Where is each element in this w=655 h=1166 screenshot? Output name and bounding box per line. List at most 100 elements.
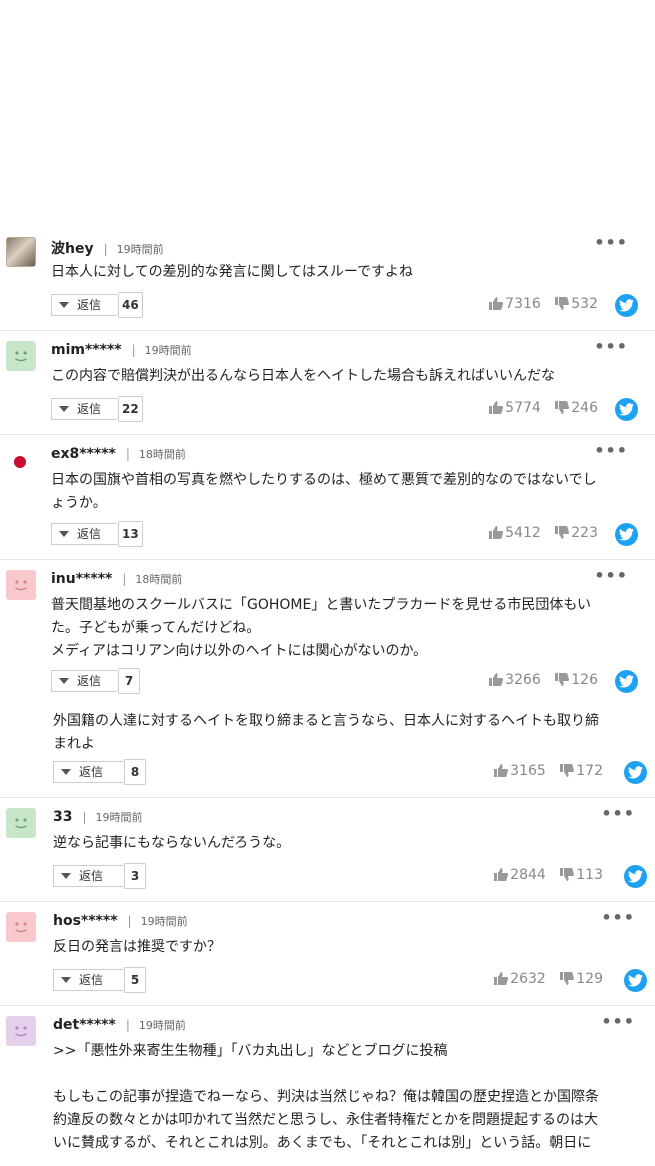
reply-label: 返信 (79, 765, 104, 779)
comment-item: inu***** | 18時間前 ••• 普天間基地のスクールバスに「GOHOME」… (0, 560, 655, 798)
timestamp: 19時間前 (144, 344, 192, 357)
dislike-count: 532 (571, 296, 598, 312)
user-name[interactable]: det***** (53, 1017, 116, 1033)
vote-area: 5412 223 (479, 525, 598, 541)
dislike-count: 223 (571, 525, 598, 541)
twitter-share-icon[interactable] (615, 523, 638, 546)
dislike-button[interactable]: 223 (555, 525, 598, 541)
reply-button[interactable]: 返信 (53, 761, 123, 783)
vote-area: 3266 126 (479, 672, 598, 688)
thumbs-up-icon (494, 764, 509, 777)
avatar[interactable] (6, 1016, 36, 1046)
vote-area: 3165 172 (484, 763, 603, 779)
comment-item: mim***** | 19時間前 ••• この内容で賠償判決が出るんなら日本人をヘイ… (0, 331, 655, 435)
user-name[interactable]: 33 (53, 809, 72, 825)
comment-text: >>「悪性外来寄生生物種」「バカ丸出し」などとブログに投稿 もしもこの記事が捏造… (53, 1043, 599, 1151)
timestamp: 18時間前 (138, 448, 186, 461)
reply-button[interactable]: 返信 (53, 865, 123, 887)
dislike-button[interactable]: 532 (555, 296, 598, 312)
twitter-share-icon[interactable] (615, 294, 638, 317)
avatar[interactable] (6, 237, 36, 267)
comment-header: 波hey | 19時間前 (51, 241, 164, 257)
vote-area: 7316 532 (479, 296, 598, 312)
dislike-count: 126 (571, 672, 598, 688)
comment-text: 反日の発言は推奨ですか？ (53, 939, 221, 955)
twitter-share-icon[interactable] (615, 398, 638, 421)
user-name[interactable]: mim***** (51, 342, 122, 358)
caret-down-icon (59, 302, 69, 308)
thumbs-down-icon (555, 297, 570, 310)
twitter-share-icon[interactable] (615, 670, 638, 693)
reply-control: 返信 46 (51, 292, 143, 318)
reply-label: 返信 (77, 402, 102, 416)
more-options-icon[interactable]: ••• (594, 233, 628, 252)
comment-list: 波hey | 19時間前 ••• 日本人に対しての差別的な発言に関してはスルーですよ… (0, 227, 655, 1166)
dislike-button[interactable]: 246 (555, 400, 598, 416)
comment-header: det***** | 19時間前 (53, 1017, 186, 1033)
dislike-button[interactable]: 129 (560, 971, 603, 987)
avatar[interactable] (6, 570, 36, 600)
reply-control: 返信 3 (53, 863, 146, 889)
like-button[interactable]: 3165 (494, 763, 546, 779)
reply-button[interactable]: 返信 (51, 670, 117, 692)
like-button[interactable]: 5774 (489, 400, 541, 416)
comment-header: inu***** | 18時間前 (51, 571, 183, 587)
user-name[interactable]: ex8***** (51, 446, 116, 462)
avatar[interactable] (6, 808, 36, 838)
comment-item: 波hey | 19時間前 ••• 日本人に対しての差別的な発言に関してはスルーですよ… (0, 227, 655, 331)
comment-item: det***** | 19時間前 ••• >>「悪性外来寄生生物種」「バカ丸出し」な… (0, 1006, 655, 1166)
comment-text: 日本の国旗や首相の写真を燃やしたりするのは、極めて悪質で差別的なのではないでし … (51, 472, 597, 511)
caret-down-icon (61, 977, 71, 983)
like-button[interactable]: 3266 (489, 672, 541, 688)
caret-down-icon (61, 769, 71, 775)
reply-count: 46 (118, 292, 143, 318)
avatar[interactable] (6, 445, 36, 475)
reply-button[interactable]: 返信 (51, 294, 117, 316)
like-button[interactable]: 2632 (494, 971, 546, 987)
comment-text: この内容で賠償判決が出るんなら日本人をヘイトした場合も訴えればいいんだな (51, 368, 555, 384)
like-count: 2844 (510, 867, 546, 883)
more-options-icon[interactable]: ••• (594, 566, 628, 585)
dislike-count: 113 (576, 867, 603, 883)
like-button[interactable]: 2844 (494, 867, 546, 883)
like-button[interactable]: 5412 (489, 525, 541, 541)
dislike-button[interactable]: 126 (555, 672, 598, 688)
reply-count: 3 (124, 863, 146, 889)
reply-label: 返信 (77, 674, 102, 688)
dislike-button[interactable]: 113 (560, 867, 603, 883)
reply-label: 返信 (79, 973, 104, 987)
reply-button[interactable]: 返信 (51, 523, 117, 545)
like-button[interactable]: 7316 (489, 296, 541, 312)
dislike-count: 129 (576, 971, 603, 987)
caret-down-icon (59, 406, 69, 412)
timestamp: 19時間前 (138, 1019, 186, 1032)
user-name[interactable]: inu***** (51, 571, 112, 587)
timestamp: 19時間前 (140, 915, 188, 928)
thumbs-up-icon (489, 401, 504, 414)
more-options-icon[interactable]: ••• (594, 441, 628, 460)
timestamp: 19時間前 (95, 811, 143, 824)
thumbs-down-icon (560, 764, 575, 777)
vote-area: 2844 113 (484, 867, 603, 883)
timestamp: 18時間前 (135, 573, 183, 586)
avatar[interactable] (6, 912, 36, 942)
reply-button[interactable]: 返信 (51, 398, 117, 420)
reply-count: 22 (118, 396, 143, 422)
twitter-share-icon[interactable] (624, 865, 647, 888)
comment-text: 逆なら記事にもならないんだろうな。 (53, 835, 291, 851)
reply-count: 5 (124, 967, 146, 993)
twitter-share-icon[interactable] (624, 969, 647, 992)
dislike-count: 172 (576, 763, 603, 779)
reply-button[interactable]: 返信 (53, 969, 123, 991)
avatar[interactable] (6, 341, 36, 371)
more-options-icon[interactable]: ••• (601, 1012, 635, 1031)
like-count: 5774 (505, 400, 541, 416)
twitter-share-icon[interactable] (624, 761, 647, 784)
dislike-button[interactable]: 172 (560, 763, 603, 779)
user-name[interactable]: hos***** (53, 913, 118, 929)
more-options-icon[interactable]: ••• (594, 337, 628, 356)
more-options-icon[interactable]: ••• (601, 908, 635, 927)
comment-header: mim***** | 19時間前 (51, 342, 192, 358)
more-options-icon[interactable]: ••• (601, 804, 635, 823)
user-name[interactable]: 波hey (51, 241, 94, 257)
